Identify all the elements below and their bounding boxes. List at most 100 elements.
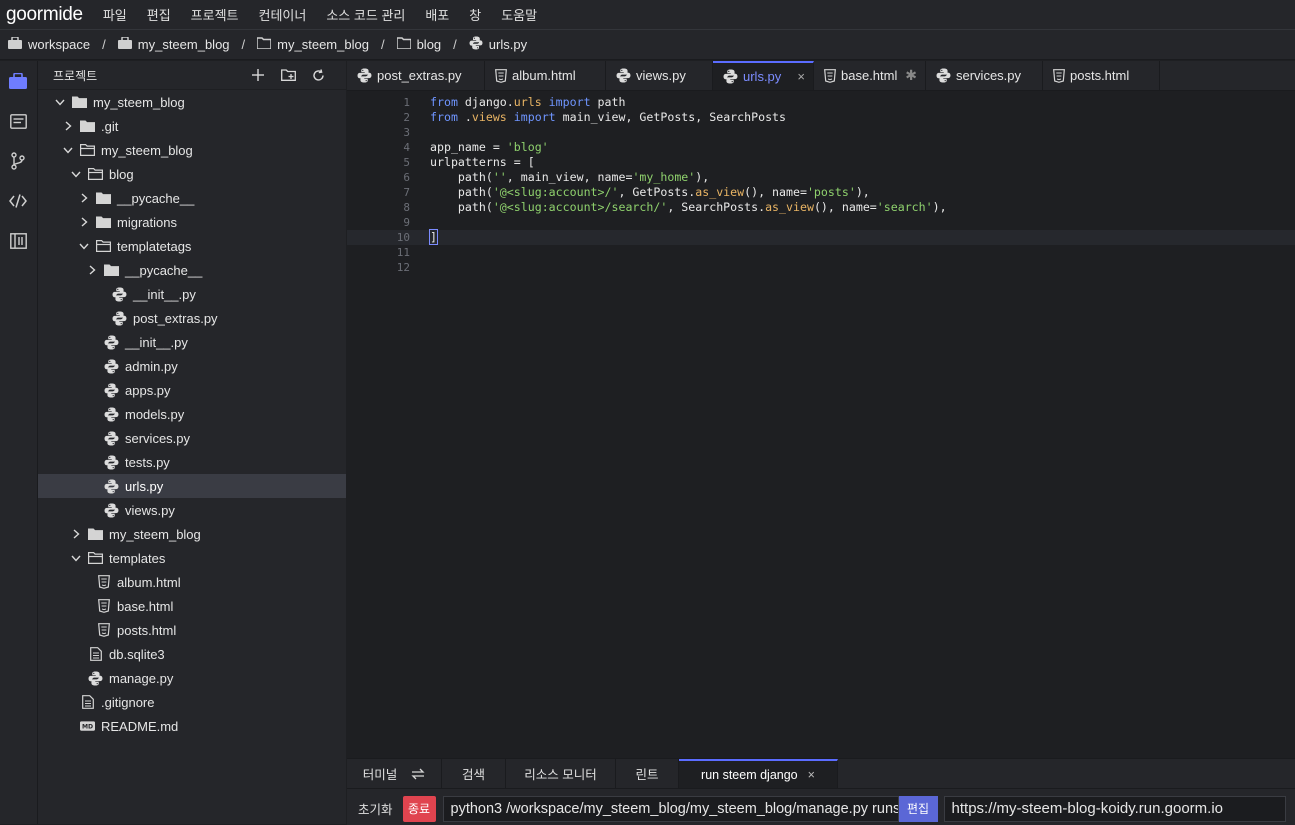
tree-item[interactable]: __pycache__: [38, 186, 346, 210]
menu-help[interactable]: 도움말: [491, 5, 547, 24]
tree-item-label: manage.py: [109, 670, 174, 686]
editor-tab[interactable]: posts.html: [1043, 61, 1160, 90]
tree-item[interactable]: templatetags: [38, 234, 346, 258]
code-line[interactable]: 3: [347, 125, 1295, 140]
tab-lint[interactable]: 린트: [616, 759, 679, 788]
tree-item[interactable]: db.sqlite3: [38, 642, 346, 666]
edit-button[interactable]: 편집: [898, 795, 938, 822]
python-icon: [104, 335, 119, 350]
chevron-down-icon[interactable]: [70, 552, 82, 564]
menu-edit[interactable]: 편집: [137, 5, 181, 24]
breadcrumb-folder[interactable]: my_steem_blog: [256, 37, 369, 52]
editor-tab[interactable]: album.html: [485, 61, 606, 90]
tree-item[interactable]: __pycache__: [38, 258, 346, 282]
code-line[interactable]: 6 path('', main_view, name='my_home'),: [347, 170, 1295, 185]
tree-item[interactable]: .gitignore: [38, 690, 346, 714]
menu-project[interactable]: 프로젝트: [181, 5, 249, 24]
python-icon: [723, 69, 738, 84]
chevron-right-icon[interactable]: [78, 192, 90, 204]
close-icon[interactable]: ×: [808, 768, 815, 782]
tree-item[interactable]: services.py: [38, 426, 346, 450]
menu-deploy[interactable]: 배포: [415, 5, 459, 24]
tree-item[interactable]: MD README.md: [38, 714, 346, 738]
code-editor[interactable]: 1 from django.urls import path 2 from .view…: [347, 91, 1295, 758]
project-icon: [117, 36, 132, 52]
tree-item[interactable]: urls.py: [38, 474, 346, 498]
code-line[interactable]: 12: [347, 260, 1295, 275]
chevron-right-icon[interactable]: [70, 528, 82, 540]
editor-tab[interactable]: urls.py ×: [713, 61, 814, 90]
chevron-right-icon[interactable]: [86, 264, 98, 276]
code-line[interactable]: 7 path('@<slug:account>/', GetPosts.as_v…: [347, 185, 1295, 200]
editor-tab[interactable]: base.html ✱: [814, 61, 926, 90]
code-line[interactable]: 2 from .views import main_view, GetPosts,…: [347, 110, 1295, 125]
menu-scm[interactable]: 소스 코드 관리: [316, 5, 415, 24]
menu-container[interactable]: 컨테이너: [249, 5, 317, 24]
code-icon[interactable]: [8, 191, 28, 211]
code-line[interactable]: 5 urlpatterns = [: [347, 155, 1295, 170]
refresh-button[interactable]: [309, 66, 327, 84]
html-icon: [96, 623, 111, 638]
code-line[interactable]: 9: [347, 215, 1295, 230]
tree-item[interactable]: manage.py: [38, 666, 346, 690]
source-control-icon[interactable]: [8, 151, 28, 171]
tab-label: urls.py: [743, 69, 782, 84]
app-logo[interactable]: goormide: [6, 4, 83, 26]
code-line[interactable]: 8 path('@<slug:account>/search/', Search…: [347, 200, 1295, 215]
breadcrumb-folder[interactable]: blog: [395, 37, 441, 52]
tree-item[interactable]: migrations: [38, 210, 346, 234]
tree-item[interactable]: my_steem_blog: [38, 522, 346, 546]
menu-window[interactable]: 창: [459, 5, 491, 24]
tree-item[interactable]: base.html: [38, 594, 346, 618]
tab-search[interactable]: 검색: [442, 759, 506, 788]
switch-icon[interactable]: [411, 768, 425, 780]
tree-item[interactable]: apps.py: [38, 378, 346, 402]
stop-button[interactable]: 종료: [402, 795, 436, 822]
chevron-down-icon[interactable]: [70, 168, 82, 180]
code-line[interactable]: 4 app_name = 'blog': [347, 140, 1295, 155]
code-line[interactable]: 1 from django.urls import path: [347, 95, 1295, 110]
chevron-down-icon[interactable]: [78, 240, 90, 252]
chevron-down-icon[interactable]: [54, 96, 66, 108]
tab-terminal[interactable]: 터미널: [347, 759, 442, 788]
reset-button[interactable]: 초기화: [358, 799, 393, 818]
outline-icon[interactable]: [8, 111, 28, 131]
folder-icon: [96, 191, 111, 206]
tree-item[interactable]: my_steem_blog: [38, 138, 346, 162]
new-folder-button[interactable]: [279, 66, 297, 84]
editor-tab[interactable]: post_extras.py: [347, 61, 485, 90]
breadcrumb-workspace[interactable]: workspace: [8, 36, 90, 52]
tree-item[interactable]: blog: [38, 162, 346, 186]
chevron-right-icon[interactable]: [62, 120, 74, 132]
editor-tab[interactable]: services.py: [926, 61, 1043, 90]
run-url-field[interactable]: https://my-steem-blog-koidy.run.goorm.io: [943, 795, 1286, 822]
code-line[interactable]: 11: [347, 245, 1295, 260]
tab-run-steem-django[interactable]: run steem django ×: [679, 759, 838, 788]
tree-item[interactable]: models.py: [38, 402, 346, 426]
editor-tab[interactable]: views.py: [606, 61, 713, 90]
close-icon[interactable]: ×: [797, 69, 805, 84]
tab-resource-monitor[interactable]: 리소스 모니터: [506, 759, 616, 788]
chevron-down-icon[interactable]: [62, 144, 74, 156]
tree-item[interactable]: album.html: [38, 570, 346, 594]
tree-item[interactable]: posts.html: [38, 618, 346, 642]
tree-item[interactable]: views.py: [38, 498, 346, 522]
tree-item[interactable]: __init__.py: [38, 282, 346, 306]
chevron-right-icon[interactable]: [78, 216, 90, 228]
run-command-field[interactable]: python3 /workspace/my_steem_blog/my_stee…: [442, 795, 899, 822]
breadcrumb-file[interactable]: urls.py: [469, 36, 527, 53]
code-line[interactable]: 10]: [347, 229, 1295, 245]
tree-item[interactable]: admin.py: [38, 354, 346, 378]
tree-item[interactable]: __init__.py: [38, 330, 346, 354]
menu-file[interactable]: 파일: [93, 5, 137, 24]
project-explorer-icon[interactable]: [8, 71, 28, 91]
tree-item[interactable]: .git: [38, 114, 346, 138]
tree-item-label: templates: [109, 550, 166, 566]
tree-item[interactable]: tests.py: [38, 450, 346, 474]
breadcrumb-project[interactable]: my_steem_blog: [117, 36, 230, 52]
tree-item[interactable]: my_steem_blog: [38, 90, 346, 114]
tree-item[interactable]: post_extras.py: [38, 306, 346, 330]
extensions-icon[interactable]: [8, 231, 28, 251]
tree-item[interactable]: templates: [38, 546, 346, 570]
new-file-button[interactable]: [249, 66, 267, 84]
